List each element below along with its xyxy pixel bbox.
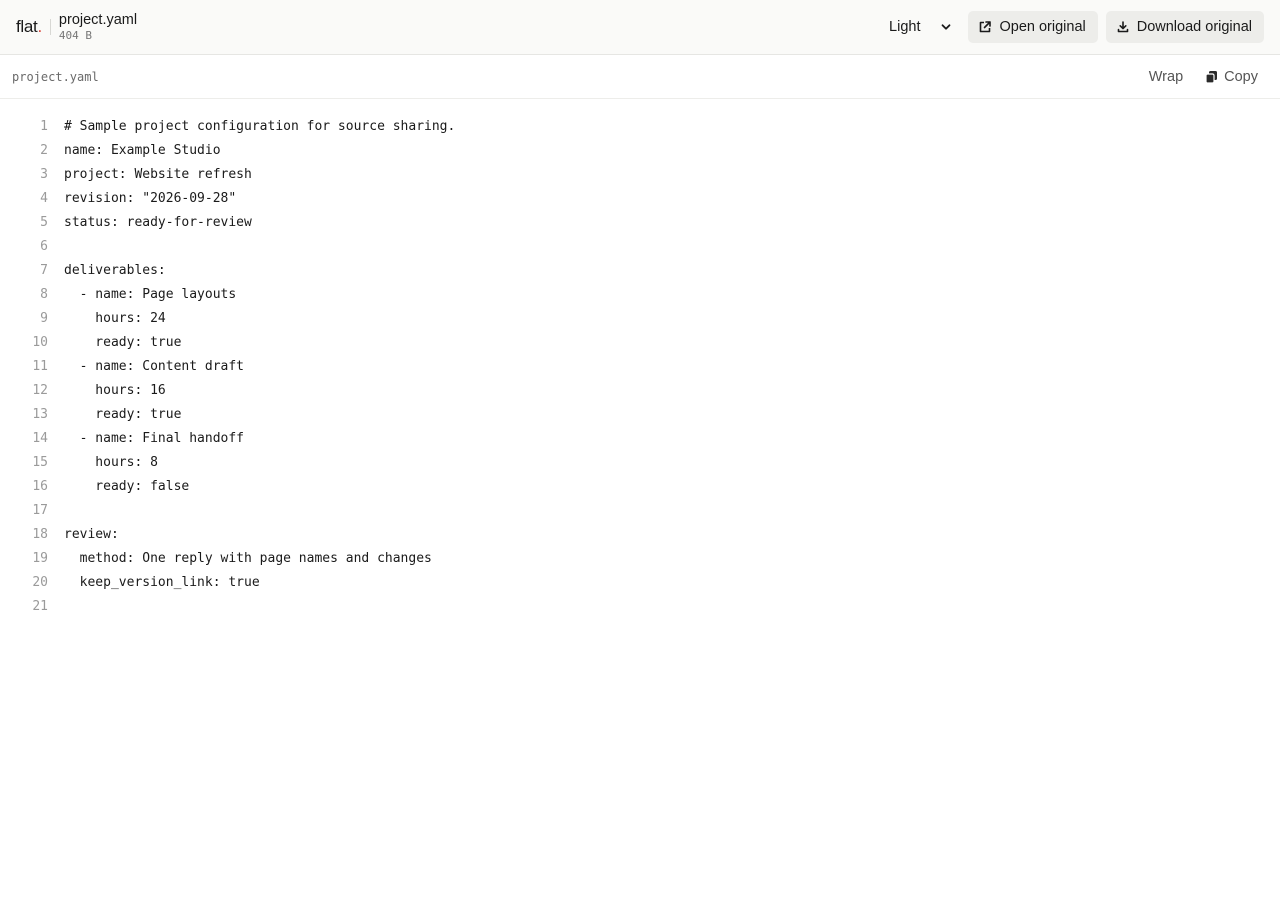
- code-line: 8 - name: Page layouts: [0, 283, 1280, 307]
- line-text: - name: Page layouts: [64, 287, 237, 302]
- code-line: 15 hours: 8: [0, 451, 1280, 475]
- line-text: deliverables:: [64, 263, 166, 278]
- line-text: status: ready-for-review: [64, 215, 252, 230]
- line-text: [48, 499, 64, 523]
- line-text: - name: Content draft: [64, 359, 245, 374]
- code-line: 11 - name: Content draft: [0, 355, 1280, 379]
- line-number: 2: [40, 143, 48, 158]
- line-text: # Sample project configuration for sourc…: [64, 119, 456, 134]
- line-number: 11: [32, 359, 48, 374]
- line-number: 17: [32, 503, 48, 518]
- copy-label: Copy: [1224, 68, 1258, 85]
- line-number: 7: [40, 263, 48, 278]
- brand-divider: [49, 19, 51, 35]
- code-line: 2 name: Example Studio: [0, 139, 1280, 163]
- line-text: ready: true: [64, 407, 182, 422]
- code-line: 6: [0, 235, 1280, 259]
- open-original-label: Open original: [999, 19, 1086, 35]
- line-text: method: One reply with page names and ch…: [64, 551, 432, 566]
- line-number: 14: [32, 431, 48, 446]
- code-line: 17: [0, 499, 1280, 523]
- line-number: 9: [40, 311, 48, 326]
- line-text: ready: false: [64, 479, 190, 494]
- theme-select[interactable]: Light: [883, 11, 958, 43]
- copy-button[interactable]: Copy: [1205, 69, 1258, 85]
- code-line: 12 hours: 16: [0, 379, 1280, 403]
- file-size: 404 B: [58, 29, 93, 42]
- line-text: [48, 235, 64, 259]
- file-name: project.yaml: [58, 12, 138, 28]
- download-icon: [1116, 20, 1130, 34]
- code-view[interactable]: 1 # Sample project configuration for sour…: [0, 99, 1280, 619]
- code-line: 4 revision: "2026-09-28": [0, 187, 1280, 211]
- line-number: 3: [40, 167, 48, 182]
- code-line: 7 deliverables:: [0, 259, 1280, 283]
- code-line: 3 project: Website refresh: [0, 163, 1280, 187]
- code-line: 14 - name: Final handoff: [0, 427, 1280, 451]
- line-number: 10: [32, 335, 48, 350]
- logo-dot: .: [37, 17, 42, 36]
- line-number: 20: [32, 575, 48, 590]
- line-text: name: Example Studio: [64, 143, 221, 158]
- line-number: 16: [32, 479, 48, 494]
- wrap-label: Wrap: [1148, 68, 1184, 85]
- line-text: review:: [64, 527, 119, 542]
- top-bar: flat. project.yaml 404 B Light Open orig…: [0, 0, 1280, 55]
- line-number: 15: [32, 455, 48, 470]
- code-line: 9 hours: 24: [0, 307, 1280, 331]
- brand: flat. project.yaml 404 B: [16, 12, 137, 42]
- code-line: 1 # Sample project configuration for sour…: [0, 115, 1280, 139]
- line-number: 6: [40, 239, 48, 254]
- line-number: 18: [32, 527, 48, 542]
- logo-text: flat: [16, 17, 38, 36]
- line-text: hours: 8: [64, 455, 158, 470]
- line-text: - name: Final handoff: [64, 431, 245, 446]
- copy-icon: [1205, 70, 1218, 84]
- view-tools: Wrap Copy: [1149, 69, 1268, 85]
- line-text: [48, 595, 64, 619]
- code-line: 10 ready: true: [0, 331, 1280, 355]
- header-actions: Light Open original Download original: [883, 11, 1264, 43]
- line-number: 5: [40, 215, 48, 230]
- line-number: 21: [32, 599, 48, 614]
- code-line: 21: [0, 595, 1280, 619]
- line-number: 13: [32, 407, 48, 422]
- line-text: project: Website refresh: [64, 167, 252, 182]
- external-link-icon: [978, 20, 992, 34]
- line-text: keep_version_link: true: [64, 575, 260, 590]
- line-text: revision: "2026-09-28": [64, 191, 237, 206]
- theme-select-value: Light: [889, 19, 921, 35]
- line-number: 8: [40, 287, 48, 302]
- line-number: 19: [32, 551, 48, 566]
- code-line: 13 ready: true: [0, 403, 1280, 427]
- code-line: 16 ready: false: [0, 475, 1280, 499]
- code-line: 19 method: One reply with page names and…: [0, 547, 1280, 571]
- file-toolbar: project.yaml Wrap Copy: [0, 55, 1280, 99]
- line-number: 1: [40, 119, 48, 134]
- file-path: project.yaml: [12, 69, 99, 84]
- code-line: 18 review:: [0, 523, 1280, 547]
- wrap-toggle[interactable]: Wrap: [1149, 69, 1183, 85]
- chevron-down-icon: [940, 21, 952, 33]
- line-text: hours: 24: [64, 311, 166, 326]
- line-text: hours: 16: [64, 383, 166, 398]
- code-line: 20 keep_version_link: true: [0, 571, 1280, 595]
- code-line: 5 status: ready-for-review: [0, 211, 1280, 235]
- file-meta: project.yaml 404 B: [59, 12, 137, 42]
- line-text: ready: true: [64, 335, 182, 350]
- line-number: 12: [32, 383, 48, 398]
- flat-logo[interactable]: flat.: [16, 17, 42, 37]
- line-number: 4: [40, 191, 48, 206]
- open-original-button[interactable]: Open original: [968, 11, 1098, 43]
- download-original-button[interactable]: Download original: [1105, 11, 1264, 43]
- download-original-label: Download original: [1136, 19, 1252, 35]
